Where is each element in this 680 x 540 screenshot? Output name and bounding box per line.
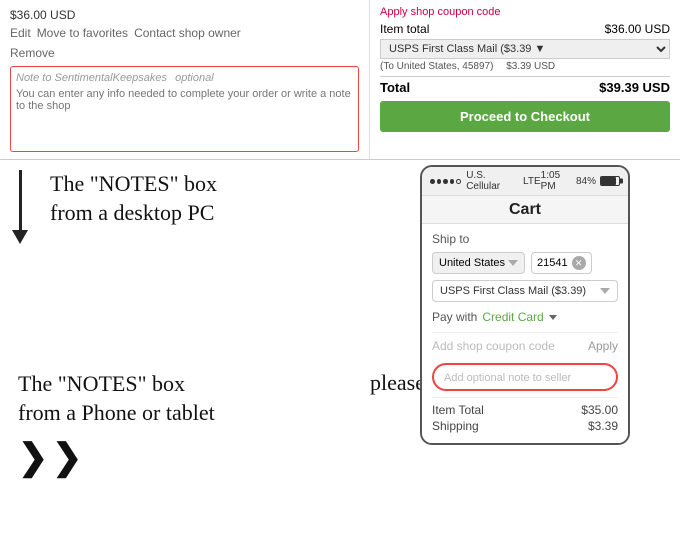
notes-label: Note to SentimentalKeepsakes optional [16,72,353,84]
shipping-method-row[interactable]: USPS First Class Mail ($3.39) [432,280,618,302]
phone-item-total-row: Item Total $35.00 [432,403,618,417]
annotation-section: The "NOTES" box from a desktop PC U.S. C… [0,160,680,360]
ship-to-label: Ship to [432,232,618,246]
desktop-annotation: The "NOTES" box from a desktop PC [0,160,370,360]
pay-with-label: Pay with [432,310,477,324]
signal-dot-5 [456,179,461,184]
desktop-section: $36.00 USD Edit Move to favorites Contac… [0,0,680,160]
apply-coupon-link[interactable]: Apply shop coupon code [380,6,670,18]
notes-box-wrapper: Note to SentimentalKeepsakes optional [10,66,359,152]
shipping-chevron-icon [600,288,610,294]
country-selector[interactable]: United States [432,252,525,274]
phone-shipping-value: $3.39 [588,419,618,433]
arrow-up-left [12,170,28,260]
total-row: Total $39.39 USD [380,76,670,95]
clear-zip-button[interactable]: ✕ [572,256,586,270]
phone-status-bar: U.S. Cellular LTE 1:05 PM 84% [422,167,628,196]
pay-with-value[interactable]: Credit Card [482,310,543,324]
item-actions: Edit Move to favorites Contact shop owne… [10,26,359,40]
status-right: 84% [576,176,620,187]
desktop-annotation-text: The "NOTES" box from a desktop PC [50,170,360,227]
pay-with-chevron-icon [549,315,557,320]
item-total-row: Item total $36.00 USD [380,22,670,36]
chevron-right-2-icon: ❯ [52,439,82,475]
signal-indicator: U.S. Cellular LTE [430,170,541,192]
item-total-label: Item total [380,22,429,36]
checkout-button[interactable]: Proceed to Checkout [380,101,670,132]
phone-body: Ship to United States 21541 ✕ USPS First… [422,224,628,443]
cart-header: Cart [422,196,628,224]
ship-to-row: United States 21541 ✕ [432,252,618,274]
apply-coupon-button[interactable]: Apply [588,339,618,353]
shipping-note: (To United States, 45897) $3.39 USD [380,61,670,72]
signal-dot-2 [437,179,442,184]
phone-shipping-row: Shipping $3.39 [432,419,618,433]
phone-shipping-label: Shipping [432,419,479,433]
remove-link[interactable]: Remove [10,46,55,60]
contact-shop-owner-link[interactable]: Contact shop owner [134,26,241,40]
total-value: $39.39 USD [599,80,670,95]
signal-dot-1 [430,179,435,184]
shipping-select[interactable]: USPS First Class Mail ($3.39 ▼ [380,39,670,59]
country-value: United States [439,257,505,269]
edit-link[interactable]: Edit [10,26,31,40]
note-seller-input[interactable]: Add optional note to seller [444,372,571,384]
desktop-cart-panel: Apply shop coupon code Item total $36.00… [370,0,680,159]
chevron-right-1-icon: ❯ [18,439,48,475]
total-label: Total [380,80,410,95]
shipping-method-label: USPS First Class Mail ($3.39) [440,285,586,297]
network-label: LTE [523,176,541,187]
phone-annotation: The "NOTES" box from a Phone or tablet ❯… [0,360,370,540]
signal-dot-4 [450,179,455,184]
notes-textarea[interactable] [16,88,353,143]
carrier-label: U.S. Cellular [466,170,518,192]
zip-input-wrapper: 21541 ✕ [531,252,592,274]
item-total-value: $36.00 USD [605,22,670,36]
battery-fill [601,177,616,185]
zip-value[interactable]: 21541 [537,257,568,269]
move-to-favorites-link[interactable]: Move to favorites [37,26,128,40]
phone-item-total-label: Item Total [432,403,484,417]
pay-with-row: Pay with Credit Card [432,310,618,324]
country-chevron-icon [508,260,518,266]
battery-icon [600,176,620,186]
item-price: $36.00 USD [10,8,359,22]
double-arrow: ❯ ❯ [18,439,360,475]
battery-percent: 84% [576,176,596,187]
phone-item-total-value: $35.00 [581,403,618,417]
phone-annotation-text: The "NOTES" box from a Phone or tablet [18,370,360,427]
desktop-notes-panel: $36.00 USD Edit Move to favorites Contac… [0,0,370,159]
phone-mockup: U.S. Cellular LTE 1:05 PM 84% Cart Ship … [420,165,630,445]
status-time: 1:05 PM [541,170,576,192]
phone-panel: U.S. Cellular LTE 1:05 PM 84% Cart Ship … [370,160,680,360]
coupon-row: Add shop coupon code Apply [432,332,618,359]
note-seller-wrapper[interactable]: Add optional note to seller [432,363,618,391]
coupon-placeholder[interactable]: Add shop coupon code [432,339,555,353]
totals-section: Item Total $35.00 Shipping $3.39 [432,397,618,433]
signal-dot-3 [443,179,448,184]
